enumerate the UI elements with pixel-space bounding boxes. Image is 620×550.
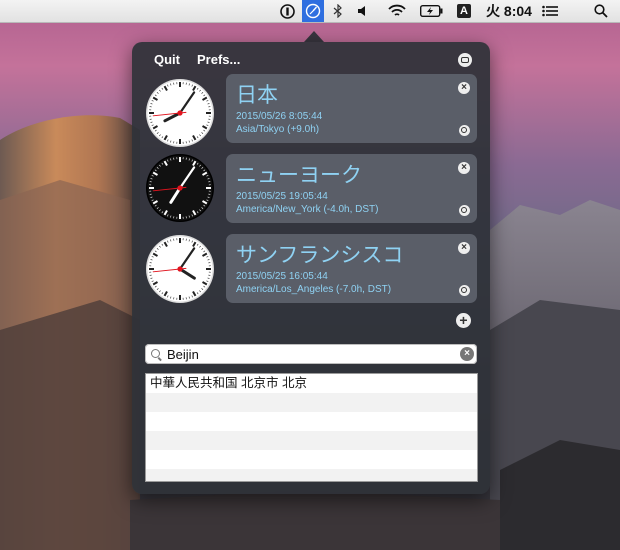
spotlight-icon[interactable] bbox=[592, 0, 610, 22]
clock-center bbox=[177, 110, 183, 116]
collapse-icon[interactable] bbox=[458, 53, 472, 67]
battery-icon[interactable] bbox=[419, 0, 444, 22]
clock-datetime: 2015/05/25 19:05:44 bbox=[236, 191, 328, 202]
result-row bbox=[146, 412, 477, 431]
zoom-clock-icon[interactable] bbox=[459, 125, 470, 136]
result-row[interactable]: 中華人民共和国 北京市 北京 bbox=[146, 374, 477, 393]
search-results-list: 中華人民共和国 北京市 北京 bbox=[145, 373, 478, 482]
clock-timezone: America/New_York (-4.0h, DST) bbox=[236, 204, 379, 215]
result-row bbox=[146, 469, 477, 481]
clock-timezone: Asia/Tokyo (+9.0h) bbox=[236, 124, 320, 135]
notification-list-icon[interactable] bbox=[541, 0, 559, 22]
remove-clock-icon[interactable]: × bbox=[458, 82, 470, 94]
clear-search-icon[interactable]: × bbox=[460, 347, 474, 361]
city-search-input[interactable] bbox=[167, 346, 452, 362]
world-clock-popover: Quit Prefs... 日本 2015/05/26 8:05:44 Asia… bbox=[132, 42, 490, 494]
menu-bar: A 火 8:04 bbox=[0, 0, 620, 23]
add-clock-icon[interactable]: + bbox=[456, 313, 471, 328]
analog-clock bbox=[146, 154, 214, 222]
analog-clock bbox=[146, 79, 214, 147]
wifi-icon[interactable] bbox=[386, 0, 408, 22]
input-source-label: A bbox=[457, 4, 471, 18]
bluetooth-icon[interactable] bbox=[330, 0, 346, 22]
result-row bbox=[146, 431, 477, 450]
remove-clock-icon[interactable]: × bbox=[458, 162, 470, 174]
zoom-clock-icon[interactable] bbox=[459, 285, 470, 296]
clock-card[interactable]: ニューヨーク 2015/05/25 19:05:44 America/New_Y… bbox=[226, 154, 477, 223]
analog-clock bbox=[146, 235, 214, 303]
city-name: ニューヨーク bbox=[236, 164, 362, 187]
world-clock-icon[interactable] bbox=[302, 0, 324, 22]
clock-card[interactable]: サンフランシスコ 2015/05/25 16:05:44 America/Los… bbox=[226, 234, 477, 303]
result-row bbox=[146, 450, 477, 469]
result-row bbox=[146, 393, 477, 412]
clock-card[interactable]: 日本 2015/05/26 8:05:44 Asia/Tokyo (+9.0h)… bbox=[226, 74, 477, 143]
search-icon bbox=[151, 349, 160, 358]
volume-icon[interactable] bbox=[355, 0, 371, 22]
popover-arrow bbox=[304, 31, 324, 42]
clock-datetime: 2015/05/26 8:05:44 bbox=[236, 111, 323, 122]
prefs-button[interactable]: Prefs... bbox=[197, 52, 240, 67]
input-source-icon[interactable]: A bbox=[456, 0, 472, 22]
clock-datetime: 2015/05/25 16:05:44 bbox=[236, 271, 328, 282]
clock-center bbox=[177, 185, 183, 191]
zoom-clock-icon[interactable] bbox=[459, 205, 470, 216]
1password-icon[interactable] bbox=[277, 0, 297, 22]
city-search-field[interactable]: × bbox=[145, 344, 477, 364]
quit-button[interactable]: Quit bbox=[154, 52, 180, 67]
city-name: サンフランシスコ bbox=[236, 244, 404, 267]
clock-center bbox=[177, 266, 183, 272]
menubar-clock[interactable]: 火 8:04 bbox=[484, 0, 534, 22]
city-name: 日本 bbox=[236, 84, 278, 107]
clock-timezone: America/Los_Angeles (-7.0h, DST) bbox=[236, 284, 392, 295]
remove-clock-icon[interactable]: × bbox=[458, 242, 470, 254]
